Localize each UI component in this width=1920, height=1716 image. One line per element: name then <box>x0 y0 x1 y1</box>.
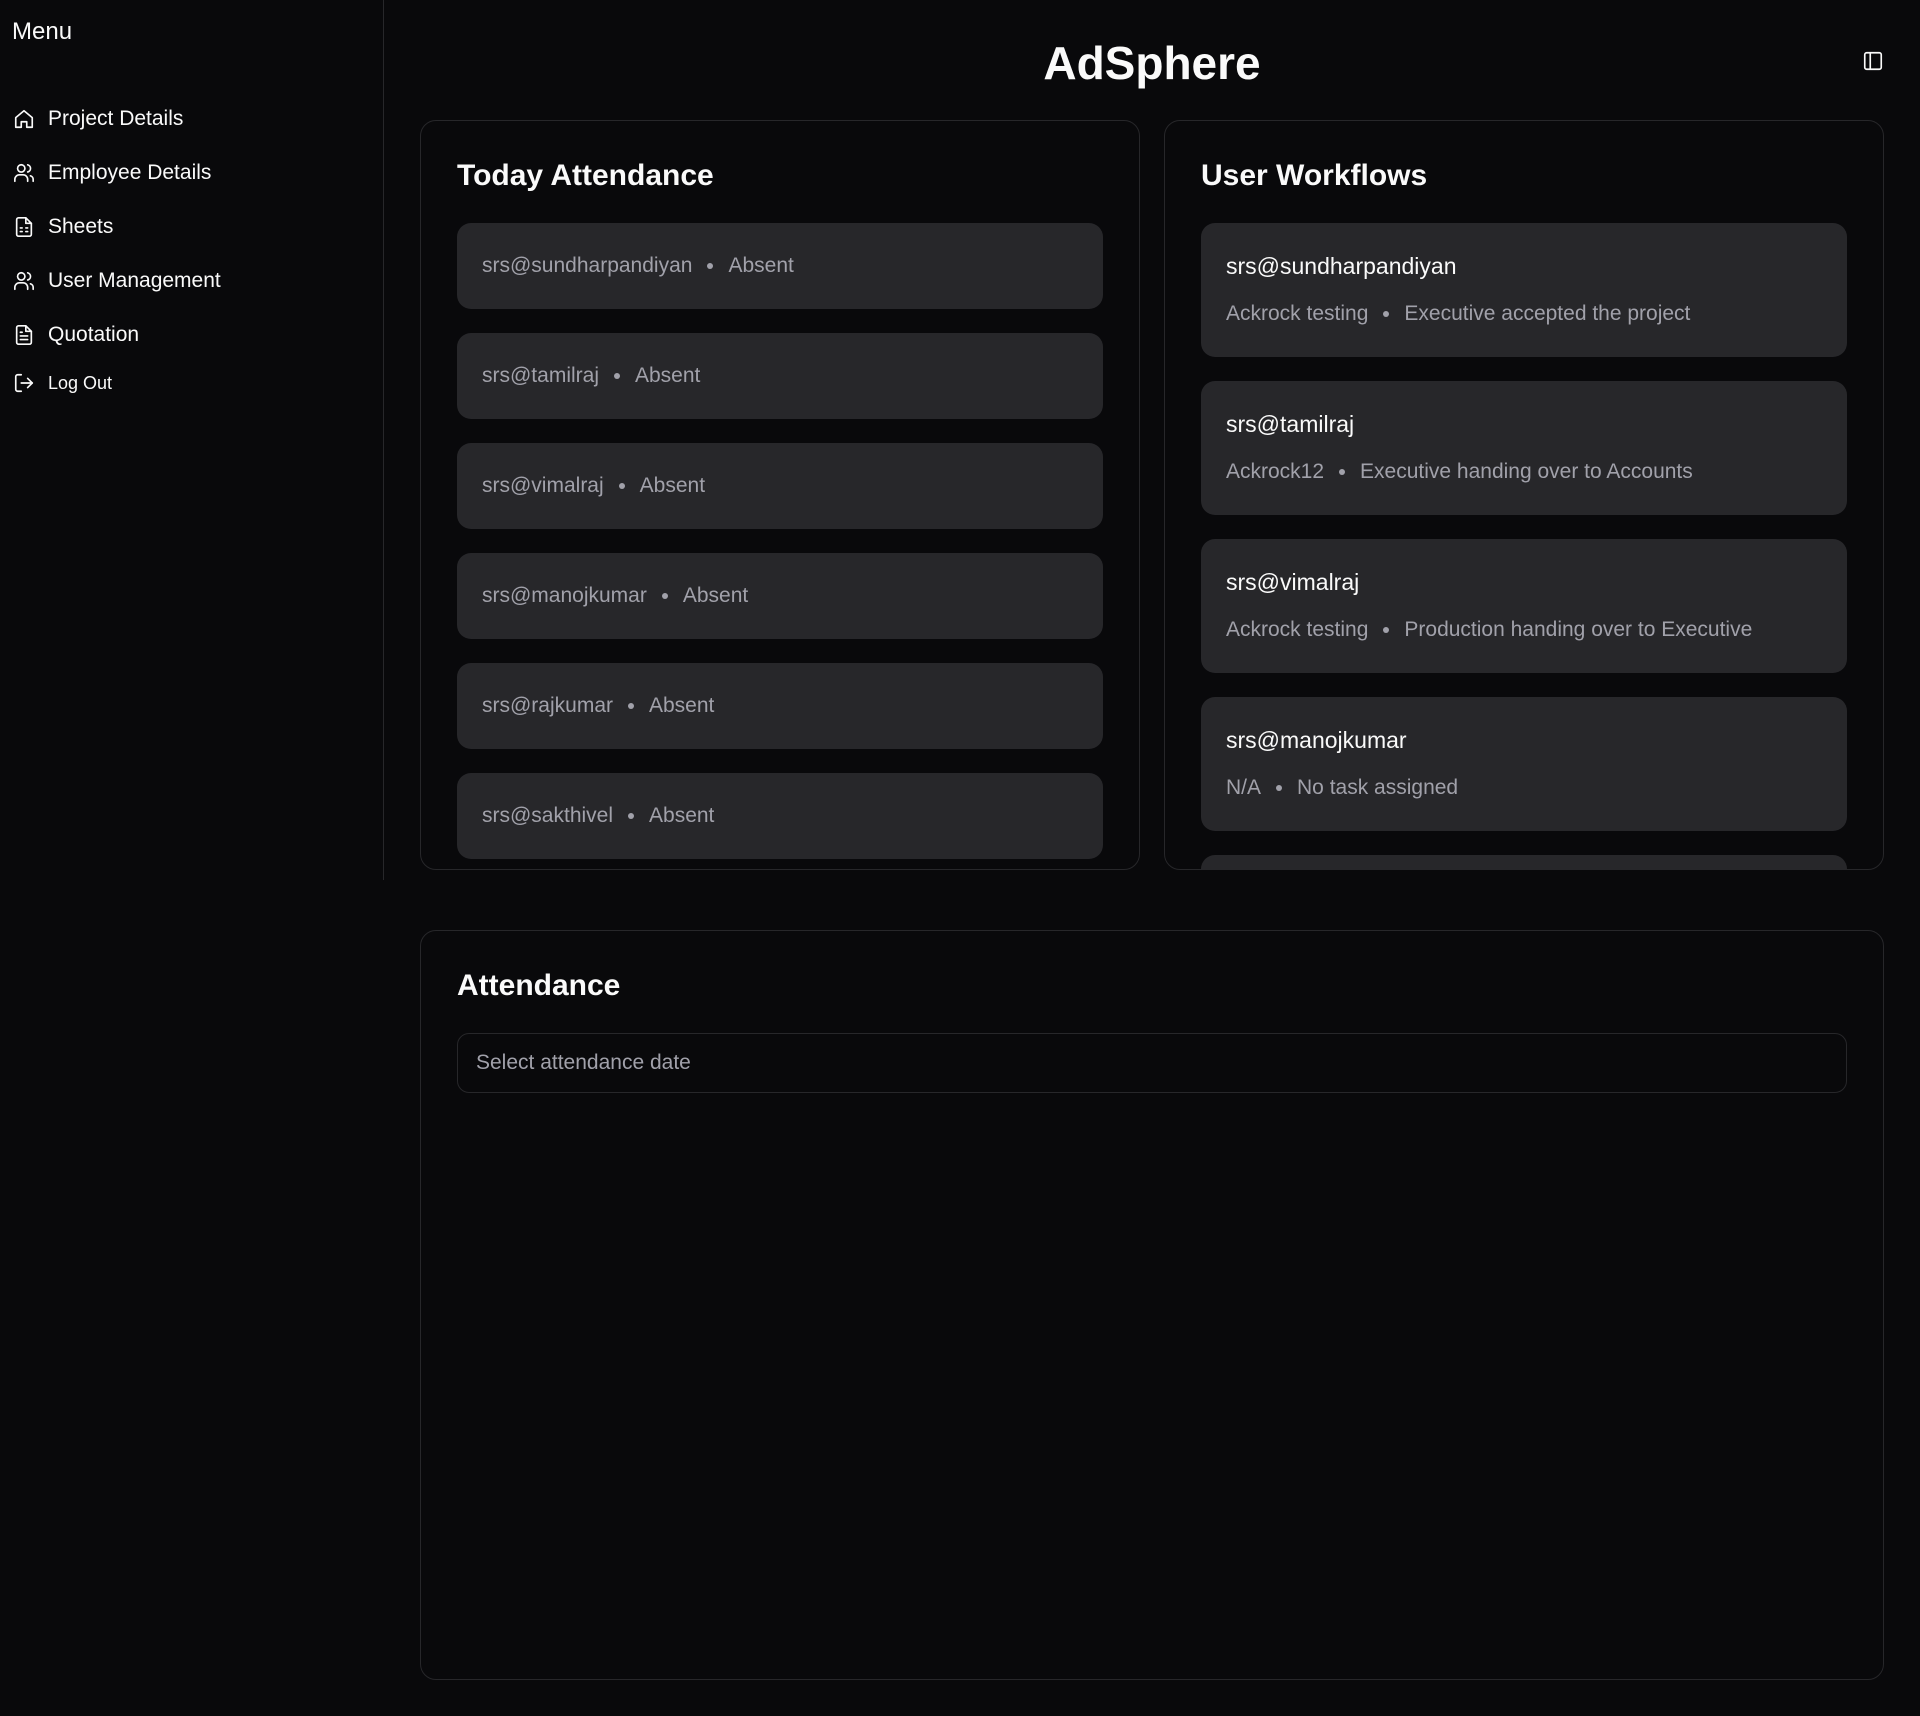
list-item: srs@rajkumar Absent <box>457 663 1103 749</box>
user-workflows-list[interactable]: srs@sundharpandiyan Ackrock testing Execu… <box>1201 223 1847 869</box>
list-item: srs@vimalraj Ackrock testing Production h… <box>1201 539 1847 673</box>
list-item: srs@sundharpandiyan Ackrock testing Execu… <box>1201 223 1847 357</box>
workflow-status: Executive handing over to Accounts <box>1360 460 1693 483</box>
sidebar-toggle-button[interactable] <box>1862 50 1886 74</box>
users-icon <box>12 161 36 185</box>
list-item-partial <box>1201 855 1847 869</box>
attendance-status: Absent <box>649 804 715 827</box>
list-item: srs@vimalraj Absent <box>457 443 1103 529</box>
user-workflows-card: User Workflows srs@sundharpandiyan Ackro… <box>1164 120 1884 870</box>
menu-title: Menu <box>12 18 73 45</box>
separator-dot <box>707 263 714 269</box>
attendance-user: srs@sakthivel <box>482 804 614 827</box>
workflow-project: N/A <box>1226 776 1262 799</box>
sidebar-item-label: Project Details <box>48 107 184 130</box>
separator-dot <box>618 483 625 489</box>
attendance-card: Attendance <box>420 930 1884 1680</box>
separator-dot <box>1383 627 1390 633</box>
attendance-status: Absent <box>682 584 749 607</box>
sidebar-item-user-management[interactable]: User Management <box>12 254 221 308</box>
attendance-user: srs@tamilraj <box>482 364 599 387</box>
sidebar-item-label: Quotation <box>48 323 140 346</box>
separator-dot <box>628 703 634 709</box>
attendance-status: Absent <box>649 694 715 717</box>
users-icon <box>12 269 36 293</box>
list-item: srs@manojkumar Absent <box>457 553 1103 639</box>
separator-dot <box>1276 785 1283 791</box>
workflow-status: Executive accepted the project <box>1404 302 1691 325</box>
today-attendance-title: Today Attendance <box>457 159 714 192</box>
list-item: srs@sakthivel Absent <box>457 773 1103 859</box>
today-attendance-card: Today Attendance srs@sundharpandiyan Abse… <box>420 120 1140 870</box>
sidebar-item-project-details[interactable]: Project Details <box>12 92 221 146</box>
attendance-status: Absent <box>728 254 794 277</box>
home-icon <box>12 107 36 131</box>
separator-dot <box>1383 311 1390 317</box>
list-item: srs@tamilraj Absent <box>457 333 1103 419</box>
sidebar-item-quotation[interactable]: Quotation <box>12 308 221 362</box>
attendance-status: Absent <box>639 474 706 497</box>
workflow-user: srs@manojkumar <box>1226 727 1407 753</box>
app-title: AdSphere <box>1043 37 1261 89</box>
sidebar-nav: Project Details Employee Details Sheets … <box>12 92 221 404</box>
workflow-user: srs@tamilraj <box>1226 411 1355 437</box>
sidebar-item-label: User Management <box>48 269 221 292</box>
list-item: srs@manojkumar N/A No task assigned <box>1201 697 1847 831</box>
logout-icon <box>12 371 36 395</box>
workflow-project: Ackrock12 <box>1226 460 1325 483</box>
separator-dot <box>628 813 635 819</box>
attendance-title: Attendance <box>457 969 621 1002</box>
sidebar-item-label: Sheets <box>48 215 114 238</box>
workflow-user: srs@sundharpandiyan <box>1226 253 1457 279</box>
sidebar-item-sheets[interactable]: Sheets <box>12 200 221 254</box>
workflow-status: Production handing over to Executive <box>1404 618 1753 641</box>
sidebar-item-label: Log Out <box>48 372 113 393</box>
attendance-user: srs@vimalraj <box>482 474 604 497</box>
attendance-status: Absent <box>635 364 701 387</box>
attendance-user: srs@manojkumar <box>482 584 647 607</box>
sidebar-item-log-out[interactable]: Log Out <box>12 362 221 404</box>
attendance-user: srs@rajkumar <box>482 694 613 717</box>
sidebar: Menu Project Details Employee Details Sh… <box>0 0 384 880</box>
attendance-user: srs@sundharpandiyan <box>482 254 693 277</box>
today-attendance-list[interactable]: srs@sundharpandiyan Absent srs@tamilraj Ab… <box>457 223 1103 869</box>
attendance-date-input[interactable] <box>457 1033 1847 1093</box>
sheet-icon <box>12 215 36 239</box>
sidebar-toggle-icon <box>1862 51 1884 76</box>
separator-dot <box>614 373 620 379</box>
separator-dot <box>661 593 668 599</box>
list-item: srs@sundharpandiyan Absent <box>457 223 1103 309</box>
sidebar-item-employee-details[interactable]: Employee Details <box>12 146 221 200</box>
separator-dot <box>1339 469 1346 475</box>
document-icon <box>12 323 36 347</box>
sidebar-item-label: Employee Details <box>48 161 212 184</box>
workflow-user: srs@vimalraj <box>1226 569 1360 595</box>
workflow-status: No task assigned <box>1297 776 1459 799</box>
user-workflows-title: User Workflows <box>1201 159 1428 192</box>
workflow-project: Ackrock testing <box>1226 618 1369 641</box>
workflow-project: Ackrock testing <box>1226 302 1369 325</box>
list-item: srs@tamilraj Ackrock12 Executive handing … <box>1201 381 1847 515</box>
